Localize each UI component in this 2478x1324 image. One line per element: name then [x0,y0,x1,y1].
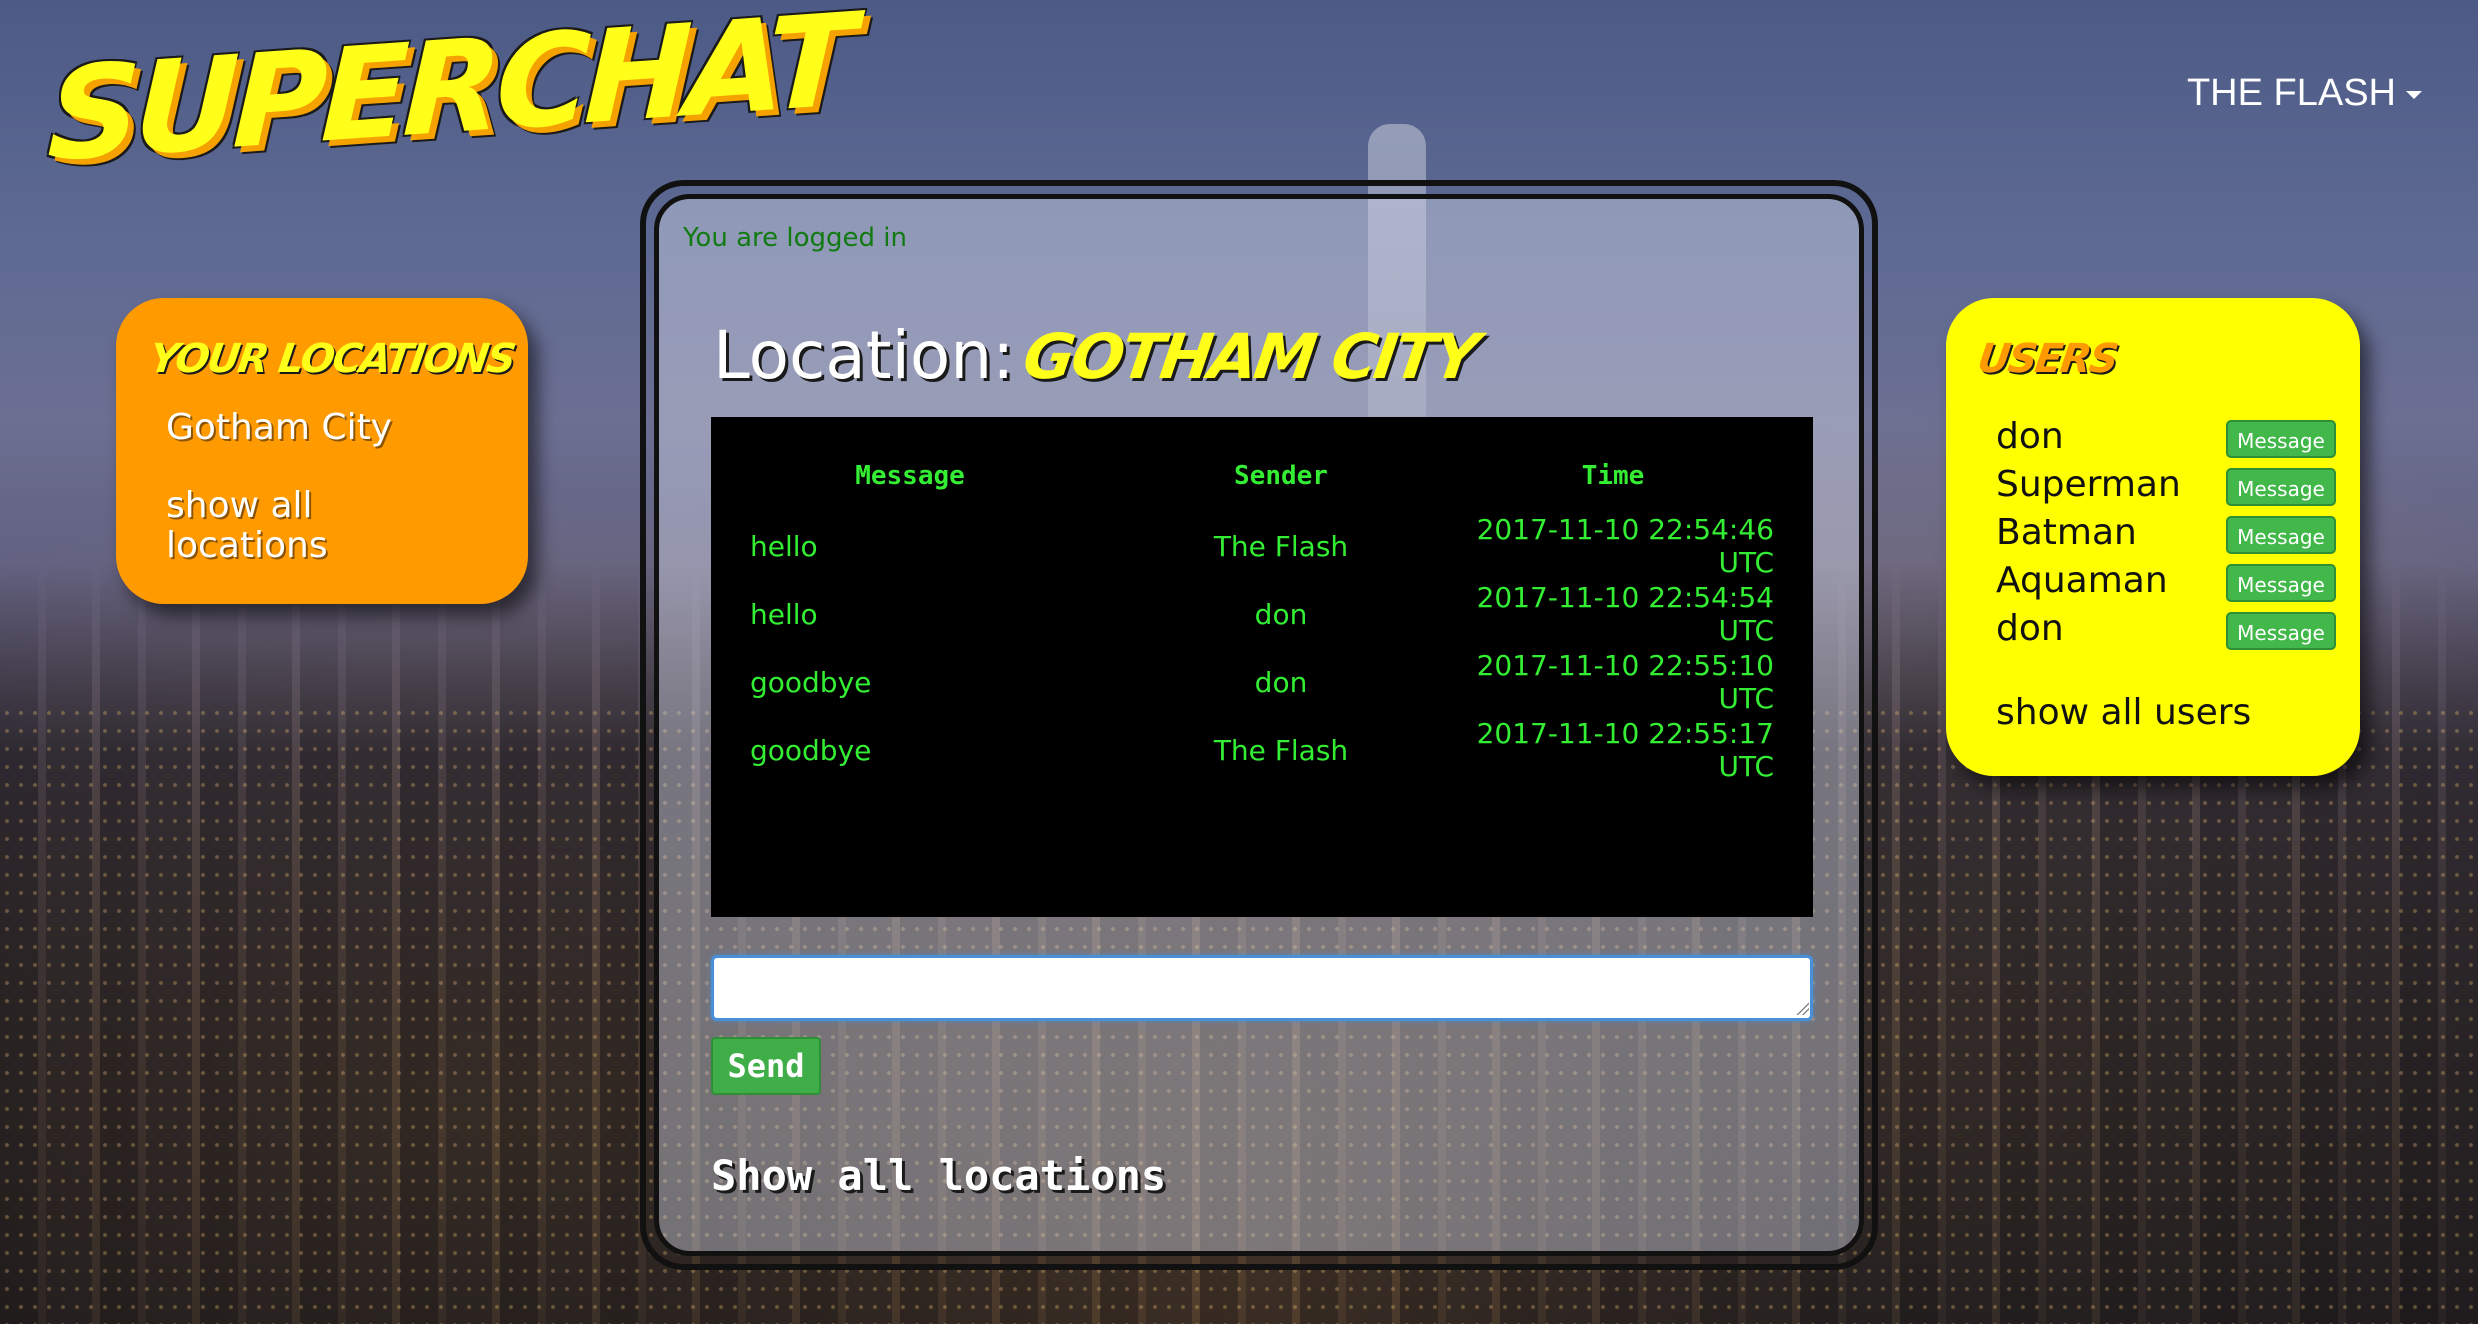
chat-messages-box[interactable]: Message Sender Time hello The Flash 2017… [711,417,1813,917]
chat-table-header: Message Sender Time [749,457,1775,512]
user-row: don Message [1996,608,2336,654]
show-all-users-link[interactable]: show all users [1996,692,2251,733]
caret-down-icon [2406,90,2422,99]
location-heading: Location:GOTHAM CITY [713,317,1481,394]
column-header-time: Time [1581,461,1645,491]
location-link-gotham-city[interactable]: Gotham City [166,408,392,448]
message-text: hello [750,597,818,631]
user-name[interactable]: Aquaman [1996,560,2168,601]
message-time: 2017-11-10 22:55:17 UTC [1476,717,1774,783]
users-title: USERS [1974,336,2120,382]
user-row: Superman Message [1996,464,2336,510]
user-name[interactable]: don [1996,416,2064,457]
user-name[interactable]: Superman [1996,464,2181,505]
message-sender: The Flash [1213,529,1349,563]
superchat-logo[interactable]: SUPERCHAT [45,0,851,191]
message-text: goodbye [750,733,872,767]
table-row: goodbye don 2017-11-10 22:55:10 UTC [749,648,1775,716]
message-sender: don [1254,597,1308,631]
login-status: You are logged in [683,223,907,253]
show-all-locations-button[interactable]: Show all locations [711,1151,1166,1200]
message-sender: don [1254,665,1308,699]
user-menu-dropdown[interactable]: THE FLASH [2187,72,2422,115]
message-user-button[interactable]: Message [2226,612,2336,650]
user-menu-label: THE FLASH [2186,72,2396,114]
your-locations-card: YOUR LOCATIONS Gotham City show all loca… [116,298,528,604]
message-input[interactable] [711,955,1813,1021]
user-row: Aquaman Message [1996,560,2336,606]
user-row: Batman Message [1996,512,2336,558]
location-heading-name: GOTHAM CITY [1019,320,1482,393]
message-time: 2017-11-10 22:54:54 UTC [1476,581,1774,647]
location-heading-label: Location: [713,317,1015,394]
chat-table: Message Sender Time hello The Flash 2017… [749,457,1775,784]
message-text: hello [750,529,818,563]
users-card: USERS don Message Superman Message Batma… [1946,298,2360,776]
send-button[interactable]: Send [711,1037,821,1095]
user-name[interactable]: don [1996,608,2064,649]
column-header-message: Message [855,461,965,491]
message-user-button[interactable]: Message [2226,564,2336,602]
table-row: hello don 2017-11-10 22:54:54 UTC [749,580,1775,648]
message-user-button[interactable]: Message [2226,420,2336,458]
table-row: goodbye The Flash 2017-11-10 22:55:17 UT… [749,716,1775,784]
column-header-sender: Sender [1234,461,1328,491]
your-locations-title: YOUR LOCATIONS [146,336,517,382]
message-text: goodbye [750,665,872,699]
table-row: hello The Flash 2017-11-10 22:54:46 UTC [749,512,1775,580]
user-name[interactable]: Batman [1996,512,2137,553]
chat-panel: You are logged in Location:GOTHAM CITY M… [640,180,1878,1270]
message-time: 2017-11-10 22:55:10 UTC [1476,649,1774,715]
message-user-button[interactable]: Message [2226,516,2336,554]
show-all-locations-link[interactable]: show all locations [166,486,366,566]
textarea-resize-handle[interactable] [1795,1001,1809,1015]
chat-panel-inner: You are logged in Location:GOTHAM CITY M… [654,194,1864,1256]
message-sender: The Flash [1213,733,1349,767]
user-row: don Message [1996,416,2336,462]
message-user-button[interactable]: Message [2226,468,2336,506]
message-time: 2017-11-10 22:54:46 UTC [1476,513,1774,579]
